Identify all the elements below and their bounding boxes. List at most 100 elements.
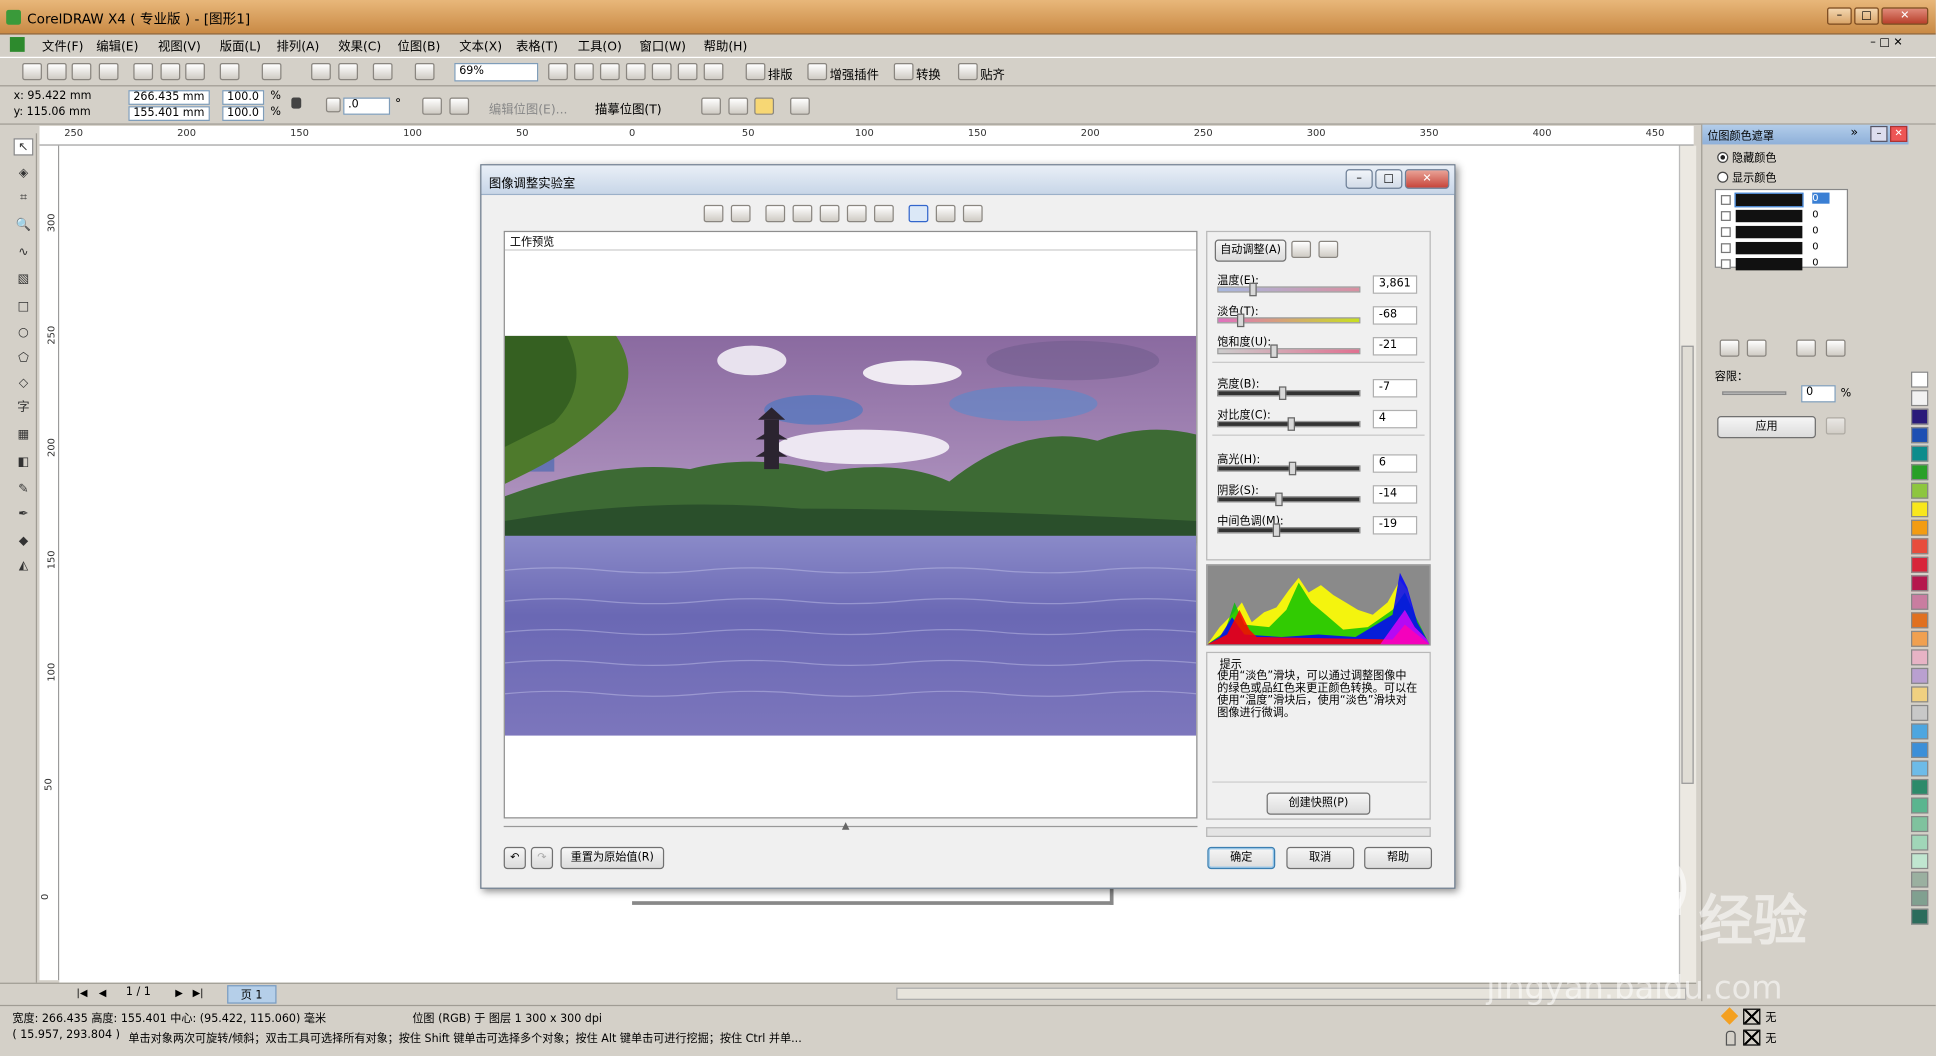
palette-swatch[interactable]	[1911, 649, 1929, 666]
undo-adjust-button[interactable]: ↶	[503, 846, 526, 870]
color-mask-list[interactable]: 0 0 0 0 0	[1714, 188, 1849, 271]
dialog-minimize-button[interactable]: –	[1345, 169, 1373, 189]
table-tool-icon[interactable]: ▦	[14, 427, 34, 444]
close-button[interactable]: ✕	[1881, 7, 1929, 25]
save-icon[interactable]	[71, 62, 92, 81]
palette-swatch[interactable]	[1911, 427, 1929, 444]
maximize-button[interactable]: □	[1854, 7, 1879, 25]
menu-item-2[interactable]: 视图(V)	[158, 36, 201, 55]
palette-swatch[interactable]	[1911, 408, 1929, 425]
zoom-select[interactable]: 69%	[454, 62, 539, 82]
dialog-close-button[interactable]: ✕	[1404, 169, 1450, 189]
palette-swatch[interactable]	[1911, 834, 1929, 851]
interactive-blend-icon[interactable]: ◧	[14, 454, 34, 471]
apply-button[interactable]: 应用	[1717, 416, 1816, 439]
scale-x-field[interactable]: 100.0	[222, 90, 265, 105]
split-vertical-icon[interactable]	[935, 204, 956, 223]
palette-swatch[interactable]	[1911, 519, 1929, 536]
mask-row-checkbox[interactable]	[1720, 211, 1731, 221]
palette-swatch[interactable]	[1911, 667, 1929, 684]
y-position-field[interactable]: y: 115.06 mm	[10, 106, 111, 121]
trace-bitmap-button[interactable]: 描摹位图(T)	[595, 99, 662, 118]
mask-color-swatch[interactable]	[1734, 192, 1804, 208]
tolerance-field[interactable]: 0	[1801, 385, 1836, 403]
palette-swatch[interactable]	[1911, 371, 1929, 388]
last-page-icon[interactable]: ▶|	[193, 988, 204, 999]
show-color-radio[interactable]	[1717, 171, 1729, 183]
adjust-slider-thumb[interactable]	[1270, 344, 1279, 359]
new-document-icon[interactable]	[22, 62, 42, 81]
open-mask-icon[interactable]	[1825, 339, 1846, 357]
palette-swatch[interactable]	[1911, 816, 1929, 833]
palette-swatch[interactable]	[1911, 723, 1929, 740]
palette-swatch[interactable]	[1911, 556, 1929, 573]
undo-icon[interactable]	[219, 62, 240, 81]
palette-swatch[interactable]	[1911, 760, 1929, 777]
plugin-button[interactable]: 增强插件	[830, 64, 879, 83]
menu-item-6[interactable]: 位图(B)	[398, 36, 441, 55]
palette-swatch[interactable]	[1911, 778, 1929, 796]
palette-swatch[interactable]	[1911, 593, 1929, 610]
menu-item-0[interactable]: 文件(F)	[42, 36, 83, 55]
width-field[interactable]: 266.435 mm	[128, 90, 210, 105]
outline-pen-icon[interactable]: ✒	[14, 506, 34, 523]
zoom-width-icon[interactable]	[677, 62, 698, 81]
zoom-out-icon[interactable]	[574, 62, 594, 81]
copy-icon[interactable]	[160, 62, 181, 81]
edit-color-icon[interactable]	[1746, 339, 1767, 357]
first-page-icon[interactable]: |◀	[77, 988, 88, 999]
mask-color-swatch[interactable]	[1735, 209, 1803, 223]
paste-icon[interactable]	[185, 62, 205, 81]
palette-swatch[interactable]	[1911, 797, 1929, 814]
basic-shapes-icon[interactable]: ◇	[14, 375, 34, 392]
fill-tool-icon[interactable]: ◆	[14, 533, 34, 550]
prev-page-icon[interactable]: ◀	[99, 988, 107, 999]
adjust-slider-thumb[interactable]	[1236, 313, 1244, 328]
scale-y-field[interactable]: 100.0	[222, 106, 265, 121]
slider-value-field[interactable]: 6	[1372, 454, 1418, 473]
menu-item-9[interactable]: 工具(O)	[578, 36, 622, 55]
slider-value-field[interactable]: -7	[1372, 378, 1418, 398]
zoom-in-icon[interactable]	[792, 204, 813, 223]
convert-button[interactable]: 转换	[916, 64, 941, 83]
application-launcher-icon[interactable]	[372, 62, 393, 81]
mask-row[interactable]: 0	[1718, 192, 1832, 208]
welcome-icon[interactable]	[414, 62, 435, 81]
import-icon[interactable]	[311, 62, 331, 81]
mask-color-swatch[interactable]	[1735, 225, 1803, 239]
adjust-slider-track[interactable]	[1217, 286, 1361, 293]
text-tool-icon[interactable]: 字	[14, 400, 34, 417]
adjust-slider-track[interactable]	[1217, 527, 1361, 534]
redo-adjust-button[interactable]: ↷	[530, 846, 554, 870]
create-snapshot-button[interactable]: 创建快照(P)	[1266, 792, 1371, 815]
redo-icon[interactable]	[261, 62, 282, 81]
interactive-fill-icon[interactable]: ◭	[14, 558, 34, 575]
black-point-picker-icon[interactable]	[1318, 240, 1339, 259]
menu-item-3[interactable]: 版面(L)	[220, 36, 261, 55]
mask-row[interactable]: 0	[1718, 257, 1832, 272]
crop-tool-icon[interactable]: ⌗	[14, 190, 34, 207]
palette-swatch[interactable]	[1911, 482, 1929, 499]
slider-value-field[interactable]: -14	[1372, 485, 1418, 504]
mask-row-checkbox[interactable]	[1720, 195, 1731, 205]
resample-icon[interactable]	[728, 97, 749, 115]
actual-size-icon[interactable]	[874, 204, 894, 223]
palette-swatch[interactable]	[1911, 686, 1929, 703]
pick-tool-icon[interactable]: ↖	[13, 138, 34, 156]
menu-item-5[interactable]: 效果(C)	[338, 36, 381, 55]
polygon-tool-icon[interactable]: ⬠	[14, 351, 34, 368]
crop-bitmap-icon[interactable]	[701, 97, 721, 115]
help-button[interactable]: 帮助	[1364, 846, 1433, 870]
export-icon[interactable]	[338, 62, 359, 81]
ellipse-tool-icon[interactable]: ○	[14, 325, 34, 342]
rotate-left-icon[interactable]	[703, 204, 724, 223]
adjust-slider-thumb[interactable]	[1272, 523, 1280, 538]
menu-item-1[interactable]: 编辑(E)	[96, 36, 138, 55]
mask-row-checkbox[interactable]	[1720, 243, 1731, 254]
zoom-tool-icon[interactable]: 🔍	[14, 217, 34, 234]
adjust-slider-track[interactable]	[1217, 348, 1361, 355]
wrap-text-icon[interactable]	[790, 97, 810, 115]
docker-minimize-icon[interactable]: –	[1870, 125, 1888, 142]
panel-scroll-strip[interactable]	[1206, 827, 1431, 837]
pan-hand-icon[interactable]	[765, 204, 786, 223]
